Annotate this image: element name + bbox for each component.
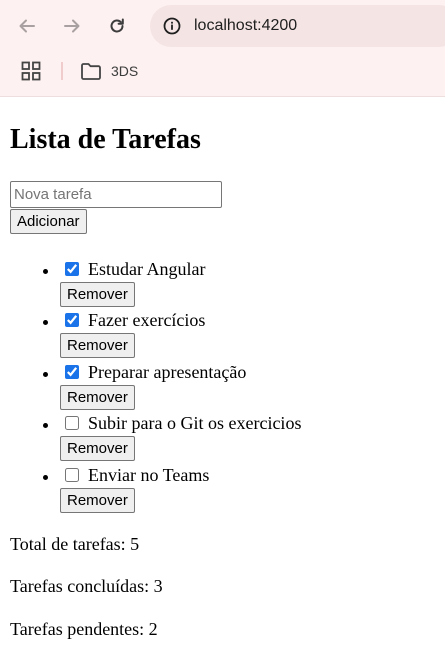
folder-icon <box>81 63 101 80</box>
task-row: Enviar no Teams <box>60 462 301 488</box>
url-text[interactable]: localhost:4200 <box>194 17 297 35</box>
task-checkbox[interactable] <box>65 262 79 276</box>
task-list: Estudar AngularRemoverFazer exercíciosRe… <box>0 256 301 513</box>
bookmark-folder[interactable]: 3DS <box>80 58 138 84</box>
arrow-right-icon <box>64 19 80 33</box>
reload-button[interactable] <box>101 10 133 42</box>
total-tasks-text: Total de tarefas: 5 <box>10 534 140 554</box>
remove-task-button[interactable]: Remover <box>60 487 135 513</box>
remove-task-button[interactable]: Remover <box>60 384 135 410</box>
task-checkbox[interactable] <box>65 364 79 379</box>
task-row: Subir para o Git os exercicios <box>60 410 301 436</box>
task-label: Subir para o Git os exercicios <box>88 413 302 434</box>
remove-task-button[interactable]: Remover <box>60 333 135 359</box>
task-item: Subir para o Git os exerciciosRemover <box>60 410 301 462</box>
task-checkbox[interactable] <box>65 313 79 328</box>
bookmark-folder-label: 3DS <box>111 63 139 79</box>
add-task-button[interactable]: Adicionar <box>10 209 87 234</box>
arrow-left-icon <box>19 19 35 33</box>
task-label: Preparar apresentação <box>88 361 247 382</box>
task-label: Fazer exercícios <box>88 310 206 331</box>
reload-icon <box>110 18 124 33</box>
completed-tasks-text: Tarefas concluídas: 3 <box>10 576 163 596</box>
task-label: Estudar Angular <box>88 259 206 279</box>
task-label: Enviar no Teams <box>88 464 210 485</box>
info-icon <box>163 17 181 35</box>
forward-button[interactable] <box>56 10 88 42</box>
task-item: Enviar no TeamsRemover <box>60 462 301 513</box>
browser-chrome: localhost:4200 3DS <box>0 0 445 97</box>
task-row: Fazer exercícios <box>60 307 301 333</box>
site-info-button[interactable] <box>159 13 185 39</box>
new-task-input[interactable] <box>10 181 222 208</box>
remove-task-button[interactable]: Remover <box>60 436 135 462</box>
bookmark-separator <box>61 62 63 80</box>
task-checkbox[interactable] <box>65 416 79 431</box>
task-item: Estudar Angular Remover <box>60 256 301 307</box>
page-title: Lista de Tarefas <box>10 124 201 155</box>
task-item: Fazer exercíciosRemover <box>60 307 301 359</box>
pending-tasks-text: Tarefas pendentes: 2 <box>10 619 158 639</box>
task-checkbox[interactable] <box>65 467 79 482</box>
apps-grid-icon[interactable] <box>21 61 41 81</box>
remove-task-button[interactable]: Remover <box>60 282 135 307</box>
back-button[interactable] <box>11 10 43 42</box>
address-bar[interactable]: localhost:4200 <box>150 5 445 47</box>
task-row: Estudar Angular <box>60 256 301 282</box>
task-row: Preparar apresentação <box>60 359 301 385</box>
task-item: Preparar apresentaçãoRemover <box>60 359 301 410</box>
